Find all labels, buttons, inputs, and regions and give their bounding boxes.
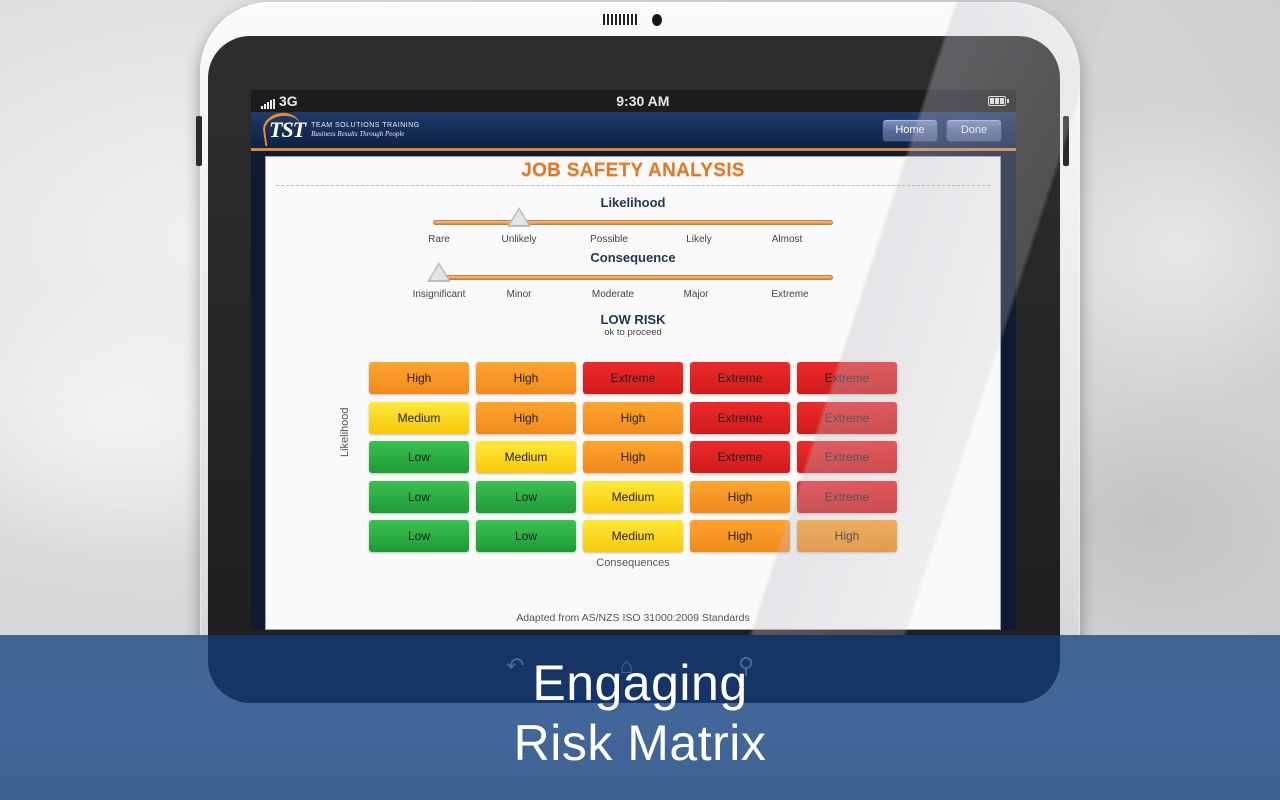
matrix-cell: Low [369, 520, 469, 552]
title-divider [276, 185, 990, 186]
likelihood-option-unlikely[interactable]: Unlikely [501, 234, 536, 245]
matrix-cell: High [690, 480, 790, 513]
header-divider [251, 148, 1016, 151]
matrix-cell: High [476, 362, 576, 394]
standards-note: Adapted from AS/NZS ISO 31000:2009 Stand… [516, 612, 750, 624]
speaker-grille-icon [603, 14, 637, 25]
matrix-cell: Extreme [797, 401, 897, 434]
matrix-cell: Extreme [690, 401, 790, 434]
company-tagline: Business Results Through People [311, 130, 405, 138]
matrix-cell: High [583, 401, 683, 434]
signal-icon [261, 99, 275, 109]
matrix-cell: High [797, 520, 897, 552]
matrix-cell: Extreme [690, 362, 790, 394]
home-button[interactable]: Home [882, 118, 938, 142]
company-name: TEAM SOLUTIONS TRAINING [311, 122, 420, 129]
matrix-cell: Medium [583, 520, 683, 552]
matrix-cell: High [690, 520, 790, 552]
matrix-cell: Extreme [583, 362, 683, 394]
consequence-option-moderate[interactable]: Moderate [592, 289, 634, 300]
likelihood-track[interactable] [433, 220, 833, 225]
likelihood-option-possible[interactable]: Possible [590, 234, 628, 245]
likelihood-thumb[interactable] [507, 207, 531, 227]
matrix-cell: Medium [369, 401, 469, 434]
matrix-cell: Low [369, 441, 469, 473]
likelihood-option-almost[interactable]: Almost [772, 234, 803, 245]
power-button [1063, 116, 1069, 166]
logo: TST TEAM SOLUTIONS TRAINING Business Res… [265, 117, 420, 143]
clock: 9:30 AM [616, 93, 670, 109]
consequence-option-major[interactable]: Major [683, 289, 708, 300]
matrix-cell: Low [476, 520, 576, 552]
status-bar: 3G 9:30 AM [251, 90, 1016, 112]
matrix-cell: High [476, 401, 576, 434]
carrier-label: 3G [279, 93, 298, 109]
risk-note: ok to proceed [604, 327, 662, 338]
likelihood-option-likely[interactable]: Likely [686, 234, 712, 245]
consequence-thumb[interactable] [427, 262, 451, 282]
app-header: TST TEAM SOLUTIONS TRAINING Business Res… [251, 112, 1016, 148]
matrix-cell: Extreme [797, 362, 897, 394]
page-title: JOB SAFETY ANALYSIS [521, 160, 745, 181]
promo-banner: ↶ ⌂ ⚲ Engaging Risk Matrix [0, 635, 1280, 800]
analysis-sheet: JOB SAFETY ANALYSIS Likelihood Rare Unlik… [265, 156, 1001, 630]
consequence-slider[interactable]: Insignificant Minor Moderate Major Extreme [413, 262, 833, 305]
likelihood-option-rare[interactable]: Rare [428, 234, 450, 245]
consequence-option-minor[interactable]: Minor [506, 289, 531, 300]
matrix-cell: Low [476, 480, 576, 513]
consequence-option-insignificant[interactable]: Insignificant [413, 289, 466, 300]
matrix-cell: Low [369, 480, 469, 513]
consequence-option-extreme[interactable]: Extreme [771, 289, 808, 300]
likelihood-label: Likelihood [600, 195, 666, 210]
consequence-track[interactable] [433, 275, 833, 280]
done-button[interactable]: Done [946, 118, 1002, 142]
matrix-cell: Extreme [797, 480, 897, 513]
matrix-cell: Medium [476, 441, 576, 473]
logo-mark: TST [265, 117, 306, 143]
matrix-cell: Medium [583, 480, 683, 513]
likelihood-slider[interactable]: Rare Unlikely Possible Likely Almost [428, 207, 833, 250]
matrix-cell: Extreme [690, 441, 790, 473]
matrix-x-axis-label: Consequences [596, 557, 670, 569]
consequence-label: Consequence [590, 250, 676, 265]
volume-button [196, 116, 202, 166]
tablet-screen: 3G 9:30 AM TST TEAM SOLUTIONS TRAINING B… [251, 90, 1016, 630]
matrix-cell: High [583, 441, 683, 473]
matrix-y-axis-label: Likelihood [339, 407, 351, 457]
banner-line-2: Risk Matrix [513, 715, 767, 771]
battery-icon [987, 96, 1009, 106]
matrix-cell: High [369, 362, 469, 394]
matrix-cell: Extreme [797, 441, 897, 473]
risk-level: LOW RISK [600, 312, 666, 327]
banner-line-1: Engaging [532, 655, 748, 711]
camera-icon [652, 14, 662, 26]
